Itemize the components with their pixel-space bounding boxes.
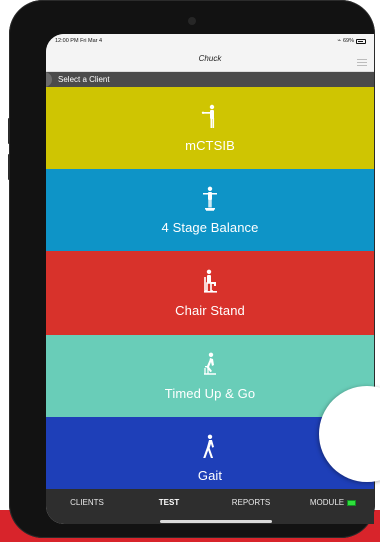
module-status-icon xyxy=(347,500,357,506)
home-indicator xyxy=(160,520,272,523)
test-label: mCTSIB xyxy=(185,137,235,153)
test-card-chair-stand[interactable]: Chair Stand xyxy=(46,251,374,335)
mctsib-icon xyxy=(201,104,215,128)
test-card-mctsib[interactable]: mCTSIB xyxy=(46,87,374,169)
top-navigation: Chuck xyxy=(46,50,374,72)
tab-label: REPORTS xyxy=(231,498,271,507)
test-card-4-stage-balance[interactable]: 4 Stage Balance xyxy=(46,169,374,251)
battery-icon xyxy=(356,38,366,44)
tab-clients[interactable]: CLIENTS xyxy=(46,495,128,511)
test-label: Timed Up & Go xyxy=(164,385,256,401)
tab-label: MODULE xyxy=(309,498,345,507)
volume-button xyxy=(8,118,10,144)
test-card-timed-up-go[interactable]: Timed Up & Go xyxy=(46,335,374,417)
timed-up-go-icon xyxy=(204,352,216,375)
tab-label: CLIENTS xyxy=(70,498,104,507)
tab-test[interactable]: TEST xyxy=(128,495,210,511)
menu-icon[interactable] xyxy=(357,59,367,67)
page-title: Chuck xyxy=(198,54,222,63)
tab-label: TEST xyxy=(158,498,180,507)
tab-module[interactable]: MODULE xyxy=(292,495,374,511)
status-time: 12:00 PM Fri Mar 4 xyxy=(55,38,103,44)
status-bar: 12:00 PM Fri Mar 4 ⌁ 69% xyxy=(46,34,374,50)
test-label: 4 Stage Balance xyxy=(161,219,259,235)
chair-stand-icon xyxy=(204,269,217,293)
test-label: Gait xyxy=(197,467,223,483)
balance-icon xyxy=(203,186,217,211)
select-client-bar[interactable]: Select a Client xyxy=(46,72,374,87)
test-label: Chair Stand xyxy=(175,302,245,318)
front-camera xyxy=(188,17,196,25)
volume-button xyxy=(8,154,10,180)
tablet-device: 12:00 PM Fri Mar 4 ⌁ 69% Chuck Select a … xyxy=(8,0,375,538)
tab-reports[interactable]: REPORTS xyxy=(210,495,292,511)
bottom-tab-bar: CLIENTS TEST REPORTS MODULE xyxy=(46,489,374,524)
status-right: ⌁ 69% xyxy=(337,38,366,44)
battery-percent: 69% xyxy=(342,38,354,44)
gait-icon xyxy=(203,434,214,458)
wifi-icon: ⌁ xyxy=(337,38,341,44)
marketing-stage: 12:00 PM Fri Mar 4 ⌁ 69% Chuck Select a … xyxy=(0,0,380,542)
